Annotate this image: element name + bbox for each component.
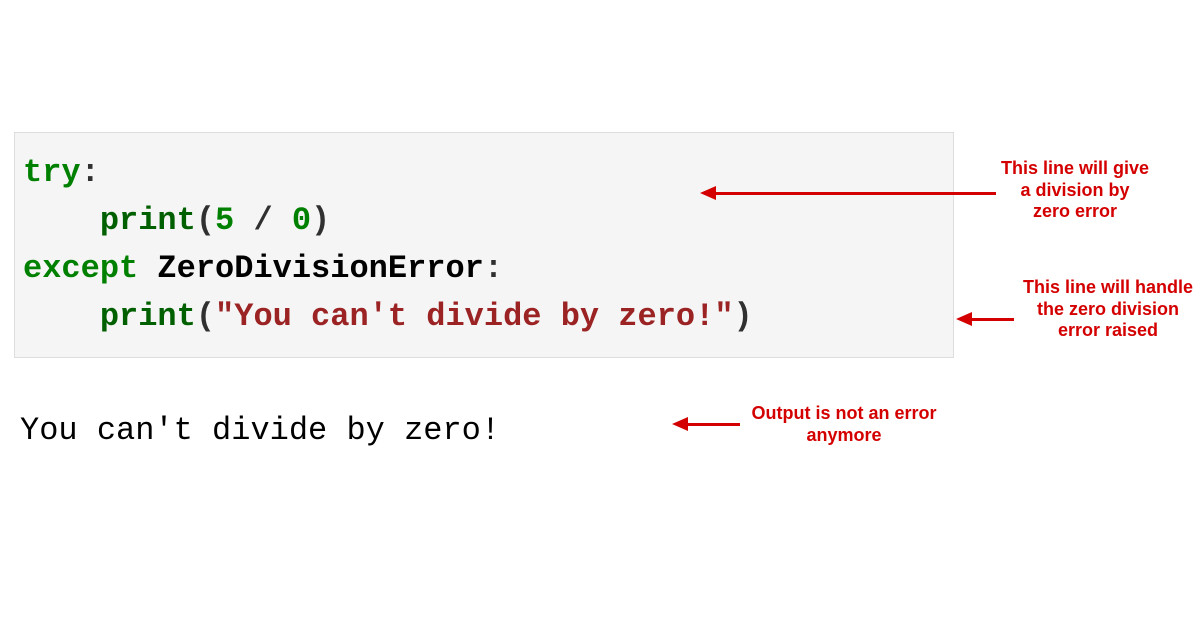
operator-divide: / xyxy=(234,202,292,239)
paren-close: ) xyxy=(734,298,753,335)
paren-open: ( xyxy=(196,298,215,335)
indent xyxy=(23,298,100,335)
annotation-output-ok: Output is not an error anymore xyxy=(744,403,944,446)
string-literal: "You can't divide by zero!" xyxy=(215,298,733,335)
code-block: try: print(5 / 0) except ZeroDivisionErr… xyxy=(14,132,954,358)
paren-close: ) xyxy=(311,202,330,239)
number-0: 0 xyxy=(292,202,311,239)
annotation-handle-error: This line will handle the zero division … xyxy=(1018,277,1198,342)
keyword-except: except xyxy=(23,250,138,287)
builtin-print: print xyxy=(100,298,196,335)
space xyxy=(138,250,157,287)
builtin-print: print xyxy=(100,202,196,239)
colon: : xyxy=(81,154,100,191)
indent xyxy=(23,202,100,239)
number-5: 5 xyxy=(215,202,234,239)
paren-open: ( xyxy=(196,202,215,239)
keyword-try: try xyxy=(23,154,81,191)
colon: : xyxy=(484,250,503,287)
annotation-division-error: This line will give a division by zero e… xyxy=(1000,158,1150,223)
identifier-zerodivisionerror: ZeroDivisionError xyxy=(157,250,483,287)
output-text: You can't divide by zero! xyxy=(20,412,500,449)
